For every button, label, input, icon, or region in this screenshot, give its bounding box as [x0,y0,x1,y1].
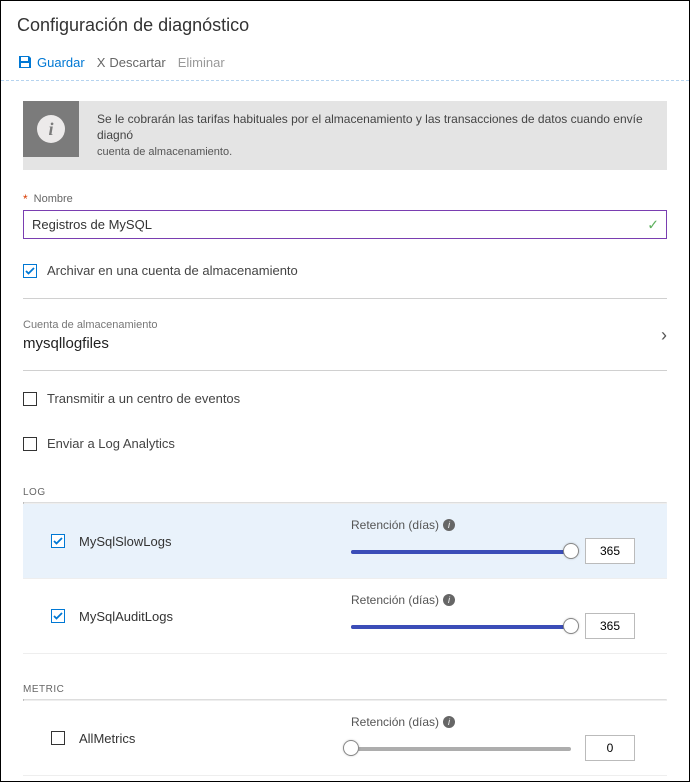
category-row: AllMetrics Retención (días)i [23,701,667,776]
retention-label: Retención (días)i [351,518,667,532]
category-checkbox[interactable] [51,534,65,548]
toolbar: Guardar X Descartar Eliminar [1,46,689,81]
retention-label: Retención (días)i [351,593,667,607]
category-name: AllMetrics [79,731,135,746]
save-label: Guardar [37,55,85,70]
divider [23,370,667,371]
loganalytics-label: Enviar a Log Analytics [47,436,175,451]
stream-checkbox[interactable] [23,392,37,406]
retention-label: Retención (días)i [351,715,667,729]
retention-slider[interactable] [351,546,571,556]
category-name: MySqlAuditLogs [79,609,173,624]
save-button[interactable]: Guardar [17,54,85,70]
info-icon-wrap: i [23,101,79,157]
info-icon[interactable]: i [443,716,455,728]
archive-label: Archivar en una cuenta de almacenamiento [47,263,298,278]
page-title: Configuración de diagnóstico [1,1,689,46]
loganalytics-checkbox[interactable] [23,437,37,451]
info-banner: i Se le cobrarán las tarifas habituales … [23,101,667,170]
info-banner-text: Se le cobrarán las tarifas habituales po… [97,101,667,170]
discard-label: Descartar [109,55,165,70]
archive-option-row[interactable]: Archivar en una cuenta de almacenamiento [23,257,667,284]
metric-section-header: METRIC [23,684,667,695]
check-icon [25,266,35,276]
info-icon: i [37,115,65,143]
chevron-right-icon: › [661,325,667,346]
required-indicator: * [23,192,28,206]
category-checkbox[interactable] [51,731,65,745]
info-icon[interactable]: i [443,594,455,606]
retention-value-input[interactable] [585,538,635,564]
valid-check-icon: ✓ [647,216,659,233]
retention-slider[interactable] [351,743,571,753]
log-section-header: LOG [23,487,667,498]
loganalytics-option-row[interactable]: Enviar a Log Analytics [23,430,667,457]
category-name: MySqlSlowLogs [79,534,172,549]
info-banner-sub: cuenta de almacenamiento. [97,145,657,160]
name-input[interactable] [23,210,667,239]
info-banner-main: Se le cobrarán las tarifas habituales po… [97,111,657,143]
retention-value-input[interactable] [585,735,635,761]
stream-option-row[interactable]: Transmitir a un centro de eventos [23,385,667,412]
delete-label: Eliminar [178,55,225,70]
storage-account-picker[interactable]: Cuenta de almacenamiento mysqllogfiles › [23,313,667,356]
name-field-label: * Nombre [23,192,667,206]
retention-value-input[interactable] [585,613,635,639]
save-icon [17,54,33,70]
category-row: MySqlAuditLogs Retención (días)i [23,579,667,654]
info-icon[interactable]: i [443,519,455,531]
storage-label: Cuenta de almacenamiento [23,319,158,331]
divider [23,298,667,299]
storage-value: mysqllogfiles [23,335,158,352]
retention-slider[interactable] [351,621,571,631]
category-row: MySqlSlowLogs Retención (días)i [23,504,667,579]
discard-button[interactable]: X Descartar [97,55,166,70]
category-checkbox[interactable] [51,609,65,623]
archive-checkbox[interactable] [23,264,37,278]
close-icon: X [97,55,106,70]
delete-button[interactable]: Eliminar [178,55,225,70]
stream-label: Transmitir a un centro de eventos [47,391,240,406]
